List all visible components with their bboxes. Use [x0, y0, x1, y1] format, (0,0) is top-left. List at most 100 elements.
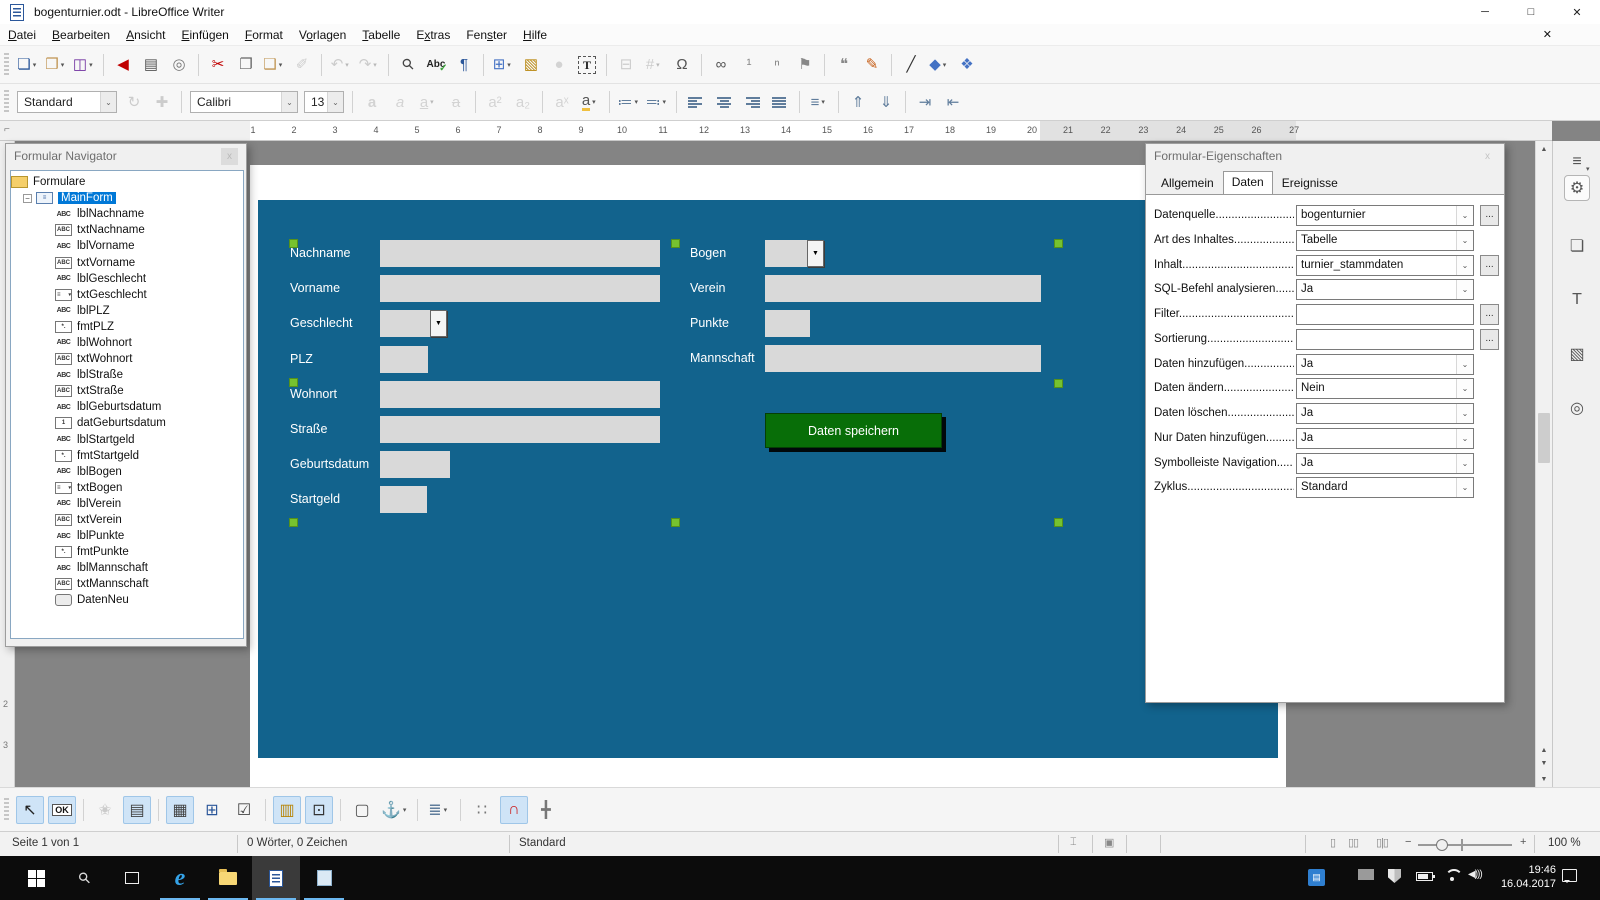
- tree-item-lblmannschaft[interactable]: ABClblMannschaft: [11, 560, 243, 576]
- property-input-nur-daten-hinzufügen[interactable]: Ja⌄: [1296, 428, 1474, 449]
- tree-item-lblwohnort[interactable]: ABClblWohnort: [11, 335, 243, 351]
- menu-bearbeiten[interactable]: Bearbeiten: [44, 25, 118, 45]
- highlight-color-icon[interactable]: a▾: [577, 89, 603, 115]
- minimize-button[interactable]: ─: [1462, 0, 1508, 24]
- property-input-inhalt[interactable]: turnier_stammdaten⌄: [1296, 255, 1474, 276]
- insert-table-icon[interactable]: ⊞▾: [490, 52, 516, 78]
- selection-mode-icon[interactable]: ⌶: [1070, 836, 1077, 849]
- menu-format[interactable]: Format: [237, 25, 291, 45]
- dropdown-arrow-icon[interactable]: ⌄: [1456, 206, 1473, 225]
- taskbar-task-view-icon[interactable]: [108, 856, 156, 900]
- align-objects-icon[interactable]: ≣▾: [425, 796, 453, 824]
- cut-icon[interactable]: ✂: [205, 52, 231, 78]
- scroll-split-down-button[interactable]: ▼: [1536, 757, 1552, 770]
- tray-wifi-icon[interactable]: [1444, 869, 1460, 881]
- print-icon[interactable]: ▤: [138, 52, 164, 78]
- dropdown-arrow-icon[interactable]: ⌄: [1456, 355, 1473, 374]
- font-size-combo[interactable]: 13⌄: [304, 91, 344, 113]
- property-input-datenquelle[interactable]: bogenturnier⌄: [1296, 205, 1474, 226]
- tree-item-fmtstartgeld[interactable]: *.fmtStartgeld: [11, 448, 243, 464]
- form-field-punkte[interactable]: [765, 310, 810, 337]
- tree-item-lblstraße[interactable]: ABClblStraße: [11, 367, 243, 383]
- form-field-plz[interactable]: [380, 346, 428, 373]
- word-count[interactable]: 0 Wörter, 0 Zeichen: [247, 837, 347, 849]
- anchor-icon[interactable]: ⚓▾: [380, 796, 410, 824]
- save-dropdown-arrow[interactable]: ▾: [89, 61, 95, 69]
- zoom-slider-thumb[interactable]: [1436, 839, 1448, 851]
- tree-item-fmtplz[interactable]: *.fmtPLZ: [11, 319, 243, 335]
- design-mode-icon[interactable]: OK: [48, 796, 76, 824]
- align-left-icon[interactable]: [683, 89, 709, 115]
- tree-item-txtwohnort[interactable]: ABCtxtWohnort: [11, 351, 243, 367]
- form-field-straße[interactable]: [380, 416, 660, 443]
- form-navigator-icon[interactable]: ⊞: [198, 796, 226, 824]
- taskbar-search-icon[interactable]: ⚲: [60, 856, 108, 900]
- dropdown-arrow-icon[interactable]: ⌄: [1456, 478, 1473, 497]
- property-input-daten-hinzufügen[interactable]: Ja⌄: [1296, 354, 1474, 375]
- property-input-daten-ändern[interactable]: Nein⌄: [1296, 378, 1474, 399]
- select-icon[interactable]: ↖: [16, 796, 44, 824]
- display-grid-icon[interactable]: ∷: [468, 796, 496, 824]
- tree-item-lblverein[interactable]: ABClblVerein: [11, 496, 243, 512]
- zoom-out-icon[interactable]: −: [1405, 836, 1411, 848]
- basic-shapes-dropdown-arrow[interactable]: ▾: [943, 61, 949, 69]
- property-input-art-des-inhaltes[interactable]: Tabelle⌄: [1296, 230, 1474, 251]
- decrease-indent-icon[interactable]: ⇤: [940, 89, 966, 115]
- form-field-bogen[interactable]: [765, 240, 807, 267]
- insert-field-dropdown-arrow[interactable]: ▾: [656, 61, 662, 69]
- more-options-button[interactable]: ...: [1480, 205, 1499, 226]
- vertical-scrollbar[interactable]: ▲ ▲ ▼ ▼: [1535, 141, 1552, 787]
- tray-battery-icon[interactable]: [1416, 872, 1433, 881]
- sidebar-properties-icon[interactable]: ⚙: [1564, 175, 1590, 201]
- menu-hilfe[interactable]: Hilfe: [515, 25, 555, 45]
- menu-datei[interactable]: Datei: [0, 25, 44, 45]
- tree-item-txtnachname[interactable]: ABCtxtNachname: [11, 222, 243, 238]
- align-justify-icon[interactable]: [767, 89, 793, 115]
- tree-item-txtstraße[interactable]: ABCtxtStraße: [11, 383, 243, 399]
- sidebar-styles-icon[interactable]: T: [1564, 287, 1590, 313]
- copy-icon[interactable]: ❐: [233, 52, 259, 78]
- menu-einfügen[interactable]: Einfügen: [173, 25, 236, 45]
- taskbar-file-explorer-icon[interactable]: [204, 856, 252, 900]
- scroll-up-button[interactable]: ▲: [1536, 141, 1552, 157]
- tree-item-datenneu[interactable]: DatenNeu: [11, 592, 243, 608]
- find-replace-icon[interactable]: ⚲: [395, 52, 421, 78]
- dropdown-arrow-icon[interactable]: ⌄: [1456, 256, 1473, 275]
- selection-handle[interactable]: [1054, 379, 1063, 388]
- form-properties-icon[interactable]: ▤: [123, 796, 151, 824]
- form-navigator-titlebar[interactable]: Formular Navigator x: [6, 144, 246, 168]
- special-character-icon[interactable]: Ω: [669, 52, 695, 78]
- menu-tabelle[interactable]: Tabelle: [354, 25, 408, 45]
- dropdown-arrow-icon[interactable]: ⌄: [1456, 404, 1473, 423]
- bullet-list-icon[interactable]: ≔▾: [616, 89, 642, 115]
- undo-dropdown-arrow[interactable]: ▾: [345, 61, 351, 69]
- sidebar-gallery-icon[interactable]: ▧: [1564, 341, 1590, 367]
- selection-handle[interactable]: [671, 239, 680, 248]
- align-objects-dropdown-arrow[interactable]: ▾: [444, 806, 450, 814]
- bookmark-icon[interactable]: ⚑: [792, 52, 818, 78]
- numbered-list-dropdown-arrow[interactable]: ▾: [663, 98, 669, 106]
- close-button[interactable]: ✕: [1554, 0, 1600, 24]
- toolbar-grip[interactable]: [4, 90, 9, 114]
- property-input-sql-befehl-analysieren[interactable]: Ja⌄: [1296, 279, 1474, 300]
- save-icon[interactable]: ◫▾: [71, 52, 97, 78]
- dropdown-arrow-icon[interactable]: ⌄: [1456, 379, 1473, 398]
- font-name-combo-dropdown-arrow[interactable]: ⌄: [281, 92, 297, 112]
- open-file-dropdown-arrow[interactable]: ▾: [61, 61, 67, 69]
- helplines-while-moving-icon[interactable]: ╋: [532, 796, 560, 824]
- insert-table-dropdown-arrow[interactable]: ▾: [507, 61, 513, 69]
- line-spacing-icon[interactable]: ≡▾: [806, 89, 832, 115]
- tree-item-lblgeburtsdatum[interactable]: ABClblGeburtsdatum: [11, 399, 243, 415]
- tree-item-txtverein[interactable]: ABCtxtVerein: [11, 512, 243, 528]
- toolbar-grip[interactable]: [4, 53, 9, 77]
- position-and-size-icon[interactable]: ▢: [348, 796, 376, 824]
- insert-line-icon[interactable]: ╱: [898, 52, 924, 78]
- font-name-combo[interactable]: Calibri⌄: [190, 91, 298, 113]
- property-input-zyklus[interactable]: Standard⌄: [1296, 477, 1474, 498]
- multi-page-view-icon[interactable]: ▯▯: [1348, 836, 1358, 849]
- insert-textbox-icon[interactable]: T: [574, 52, 600, 78]
- taskbar-internet-explorer-icon[interactable]: e: [156, 856, 204, 900]
- tab-stop-selector[interactable]: ⌐: [4, 124, 10, 135]
- menu-vorlagen[interactable]: Vorlagen: [291, 25, 354, 45]
- activation-order-icon[interactable]: ☑: [230, 796, 258, 824]
